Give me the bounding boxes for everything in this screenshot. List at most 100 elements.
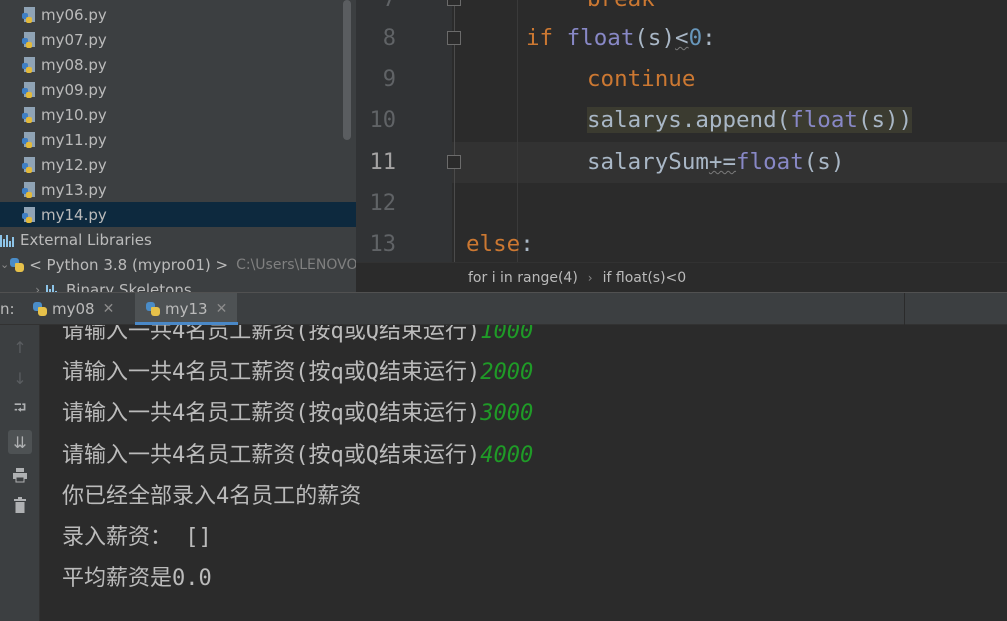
chevron-right-icon: › <box>587 271 593 285</box>
code-token: += <box>708 149 737 175</box>
console-prompt: 请输入一共4名员工薪资(按q或Q结束运行) <box>62 360 481 385</box>
python-file-icon <box>22 56 36 73</box>
console-line: 请输入一共4名员工薪资(按q或Q结束运行)4000 <box>62 435 533 476</box>
binary-skeletons-label: Binary Skeletons <box>66 280 192 293</box>
code-token: (s) <box>634 25 676 51</box>
number-literal: 0 <box>688 25 703 51</box>
console-prompt: 录入薪资： [] <box>62 525 212 550</box>
python-file-icon <box>22 206 36 223</box>
keyword-else: else <box>466 231 521 257</box>
console-line: 录入薪资： [] <box>62 517 212 558</box>
console-input: 4000 <box>480 443 534 468</box>
close-icon[interactable]: ✕ <box>103 301 115 317</box>
python-file-icon <box>22 6 36 23</box>
python-file-icon <box>22 131 36 148</box>
keyword-continue: continue <box>587 66 696 92</box>
file-name: my07.py <box>41 30 107 49</box>
code-token: salarySum <box>587 149 709 175</box>
fold-marker-icon[interactable] <box>447 31 461 45</box>
console-line: 请输入一共4名员工薪资(按q或Q结束运行)3000 <box>62 393 533 434</box>
line-number: 10 <box>369 108 397 133</box>
file-name: my11.py <box>41 130 107 149</box>
external-libraries-label: External Libraries <box>20 230 152 249</box>
tree-file-my14[interactable]: my14.py <box>0 202 356 227</box>
file-name: my10.py <box>41 105 107 124</box>
line-number: 9 <box>382 67 396 92</box>
tree-file-my13[interactable]: my13.py <box>0 177 356 202</box>
code-editor[interactable]: 7 8 9 10 11 12 13 break if float(s)<0: c… <box>356 0 1007 262</box>
keyword-if: if <box>526 25 567 51</box>
console-line: 平均薪资是0.0 <box>62 558 212 599</box>
code-token: (s)) <box>857 107 913 133</box>
code-area[interactable]: break if float(s)<0: continue salarys.ap… <box>466 0 1007 262</box>
code-token: : <box>520 231 534 257</box>
builtin-float: float <box>790 107 858 133</box>
console-input: 1000 <box>480 325 534 344</box>
line-number: 12 <box>369 191 397 216</box>
code-token: (s) <box>803 149 845 175</box>
fold-marker-icon[interactable] <box>447 155 461 169</box>
run-label: n: <box>0 300 15 318</box>
fold-marker-icon[interactable] <box>447 0 461 6</box>
sidebar-scrollbar[interactable] <box>343 0 351 140</box>
console-prompt: 请输入一共4名员工薪资(按q或Q结束运行) <box>62 443 481 468</box>
soft-wrap-icon[interactable]: ⮒ <box>8 398 32 422</box>
keyword-break: break <box>587 0 655 12</box>
file-name: my13.py <box>41 180 107 199</box>
breadcrumb-item[interactable]: if float(s)<0 <box>603 270 687 286</box>
tree-file-my08[interactable]: my08.py <box>0 52 356 77</box>
code-token: salarys.append( <box>587 107 791 133</box>
python-icon <box>145 301 161 317</box>
console-prompt: 平均薪资是0.0 <box>62 566 212 591</box>
chevron-right-icon[interactable]: › <box>0 283 40 293</box>
tree-file-my06[interactable]: my06.py <box>0 2 356 27</box>
console-input: 2000 <box>480 360 534 385</box>
file-name: my06.py <box>41 5 107 24</box>
console-line: 请输入一共4名员工薪资(按q或Q结束运行)1000 <box>62 325 533 352</box>
builtin-float: float <box>736 149 804 175</box>
close-icon[interactable]: ✕ <box>216 301 228 317</box>
scroll-to-end-icon[interactable]: ⇊ <box>8 430 32 454</box>
file-name: my08.py <box>41 55 107 74</box>
python-file-icon <box>22 156 36 173</box>
line-number-current: 11 <box>369 150 397 175</box>
library-icon <box>46 283 62 292</box>
console-toolbar: ↑ ↓ ⮒ ⇊ <box>0 325 40 621</box>
tab-my13[interactable]: my13 ✕ <box>135 293 238 325</box>
tab-label: my13 <box>165 300 208 318</box>
console-prompt: 请输入一共4名员工薪资(按q或Q结束运行) <box>62 325 481 344</box>
console-line: 请输入一共4名员工薪资(按q或Q结束运行)2000 <box>62 352 533 393</box>
chevron-down-icon[interactable]: ⌄ <box>0 258 9 271</box>
code-token: < <box>675 25 689 51</box>
tab-label: my08 <box>52 300 95 318</box>
run-panel-label: n: <box>0 293 15 325</box>
tree-file-my09[interactable]: my09.py <box>0 77 356 102</box>
tree-file-my07[interactable]: my07.py <box>0 27 356 52</box>
tree-file-my11[interactable]: my11.py <box>0 127 356 152</box>
breadcrumb: for i in range(4) › if float(s)<0 <box>356 262 1007 293</box>
run-tabs-bar: n: my08 ✕ my13 ✕ <box>0 292 1007 325</box>
console-prompt: 你已经全部录入4名员工的薪资 <box>62 484 362 509</box>
project-tree: my06.py my07.py my08.py my09.py my10.py … <box>0 0 356 292</box>
arrow-up-icon[interactable]: ↑ <box>8 335 32 359</box>
tree-binary-skeletons[interactable]: › Binary Skeletons <box>0 277 356 292</box>
python-icon <box>32 301 48 317</box>
trash-icon[interactable] <box>8 493 32 517</box>
console-output[interactable]: 请输入一共4名员工薪资(按q或Q结束运行)1000 请输入一共4名员工薪资(按q… <box>40 325 1007 621</box>
tree-file-my12[interactable]: my12.py <box>0 152 356 177</box>
line-number: 8 <box>382 26 396 51</box>
tree-external-libraries[interactable]: External Libraries <box>0 227 356 252</box>
sdk-label: < Python 3.8 (mypro01) > <box>29 255 229 274</box>
line-number: 7 <box>356 0 396 20</box>
python-icon <box>9 257 25 273</box>
arrow-down-icon[interactable]: ↓ <box>8 366 32 390</box>
console-line: 你已经全部录入4名员工的薪资 <box>62 476 361 517</box>
tree-python-sdk[interactable]: ⌄ < Python 3.8 (mypro01) > C:\Users\LENO… <box>0 252 356 277</box>
console-input: 3000 <box>480 401 534 426</box>
line-number: 13 <box>369 232 397 257</box>
tree-file-my10[interactable]: my10.py <box>0 102 356 127</box>
console-prompt: 请输入一共4名员工薪资(按q或Q结束运行) <box>62 401 481 426</box>
breadcrumb-item[interactable]: for i in range(4) <box>468 270 578 286</box>
print-icon[interactable] <box>8 463 32 487</box>
tab-my08[interactable]: my08 ✕ <box>22 293 124 325</box>
